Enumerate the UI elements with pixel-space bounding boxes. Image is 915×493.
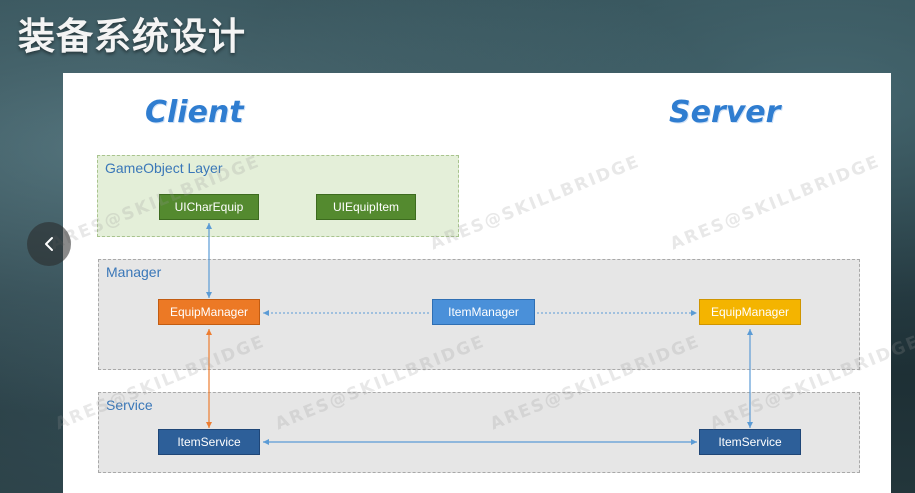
page-title: 装备系统设计 — [18, 15, 246, 58]
itemmanager-node[interactable]: ItemManager — [432, 299, 535, 325]
server-equipmanager-node[interactable]: EquipManager — [699, 299, 801, 325]
slide-canvas: Client Server GameObject Layer Manager S… — [47, 73, 915, 493]
previous-slide-button[interactable] — [27, 222, 71, 266]
client-itemservice-node[interactable]: ItemService — [158, 429, 260, 455]
client-equipmanager-node[interactable]: EquipManager — [158, 299, 260, 325]
server-itemservice-node[interactable]: ItemService — [699, 429, 801, 455]
uiequipitem-node[interactable]: UIEquipItem — [316, 194, 416, 220]
chevron-left-icon — [45, 237, 53, 251]
uicharequip-node[interactable]: UICharEquip — [159, 194, 259, 220]
